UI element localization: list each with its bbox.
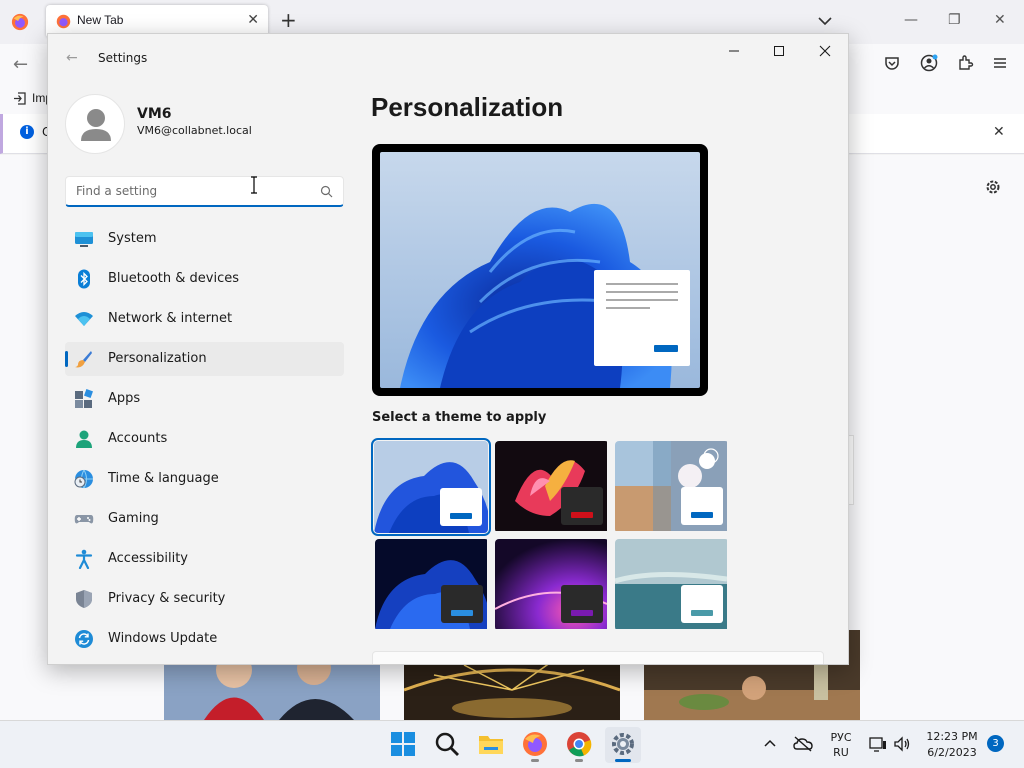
- sidebar-item-label: Network & internet: [108, 311, 233, 326]
- avatar[interactable]: [65, 94, 125, 154]
- theme-tile-sunrise[interactable]: [495, 539, 609, 631]
- maximize-button[interactable]: [765, 41, 793, 61]
- onedrive-offline-icon[interactable]: [793, 735, 813, 753]
- search-placeholder: Find a setting: [76, 184, 158, 198]
- pocket-icon[interactable]: [883, 54, 901, 72]
- settings-taskbar-button[interactable]: [610, 731, 636, 757]
- volume-icon[interactable]: [893, 736, 911, 752]
- sidebar-item-label: Time & language: [108, 471, 219, 486]
- file-explorer-button[interactable]: [478, 731, 504, 757]
- update-icon: [75, 630, 93, 648]
- sidebar-item-personalization[interactable]: Personalization: [65, 342, 344, 376]
- chrome-taskbar-button[interactable]: [566, 731, 592, 757]
- theme-tile-flow[interactable]: [615, 539, 729, 631]
- sidebar-item-label: System: [108, 231, 157, 246]
- start-button[interactable]: [390, 731, 416, 757]
- sidebar-item-gaming[interactable]: Gaming: [65, 502, 344, 536]
- search-icon[interactable]: [320, 185, 333, 198]
- sidebar-item-label: Accessibility: [108, 551, 188, 566]
- theme-preview: [372, 144, 708, 396]
- firefox-tab-icon: [56, 14, 71, 29]
- sidebar-item-privacy-security[interactable]: Privacy & security: [65, 582, 344, 616]
- tab-title: New Tab: [77, 13, 124, 27]
- sidebar-item-label: Windows Update: [108, 631, 218, 646]
- accessibility-icon: [75, 549, 93, 569]
- user-email: VM6@collabnet.local: [137, 124, 252, 137]
- chevron-up-icon[interactable]: [764, 738, 776, 748]
- sidebar-item-windows-update[interactable]: Windows Update: [65, 622, 344, 656]
- selection-indicator: [65, 351, 68, 367]
- sidebar-item-bluetooth[interactable]: Bluetooth & devices: [65, 262, 344, 296]
- notice-close-icon[interactable]: ✕: [993, 124, 1005, 140]
- notification-badge[interactable]: 3: [987, 735, 1004, 752]
- sidebar-item-label: Accounts: [108, 431, 168, 446]
- shield-icon: [76, 590, 92, 608]
- system-icon: [75, 232, 93, 247]
- sidebar-item-network[interactable]: Network & internet: [65, 302, 344, 336]
- colors-card[interactable]: [372, 651, 824, 664]
- sidebar-item-label: Privacy & security: [108, 591, 226, 606]
- import-icon[interactable]: [13, 92, 26, 105]
- list-all-tabs-icon[interactable]: [817, 13, 833, 29]
- extensions-icon[interactable]: [956, 54, 974, 72]
- sidebar-item-system[interactable]: System: [65, 222, 344, 256]
- sidebar-item-accessibility[interactable]: Accessibility: [65, 542, 344, 576]
- browser-minimize-button[interactable]: —: [904, 12, 918, 28]
- sidebar-item-label: Apps: [108, 391, 141, 406]
- window-title: Settings: [98, 51, 148, 65]
- input-language-region[interactable]: RU: [827, 746, 855, 759]
- browser-close-button[interactable]: ✕: [994, 12, 1006, 28]
- settings-active-indicator: [615, 759, 631, 762]
- close-button[interactable]: [811, 41, 839, 61]
- brush-icon: [75, 351, 92, 368]
- settings-window: ← Settings VM6 VM6@collabnet.local Find …: [47, 33, 849, 665]
- theme-tile-windows-dark[interactable]: [375, 539, 489, 631]
- firefox-logo-icon[interactable]: [11, 13, 29, 31]
- apps-icon: [75, 389, 93, 408]
- gamepad-icon: [74, 515, 94, 524]
- firefox-taskbar-button[interactable]: [522, 731, 548, 757]
- info-icon: i: [20, 125, 34, 139]
- minimize-button[interactable]: [720, 41, 748, 61]
- sidebar-item-accounts[interactable]: Accounts: [65, 422, 344, 456]
- sidebar-item-label: Gaming: [108, 511, 159, 526]
- gear-icon[interactable]: [984, 178, 1002, 196]
- themes-section-label: Select a theme to apply: [372, 410, 547, 425]
- menu-icon[interactable]: [991, 54, 1009, 72]
- sidebar-item-apps[interactable]: Apps: [65, 382, 344, 416]
- search-input[interactable]: Find a setting: [65, 176, 344, 207]
- input-language[interactable]: РУС: [827, 731, 855, 744]
- firefox-running-indicator: [531, 759, 539, 762]
- sidebar-item-time-language[interactable]: Time & language: [65, 462, 344, 496]
- bluetooth-icon: [78, 269, 90, 289]
- clock-globe-icon: [74, 469, 93, 489]
- back-arrow-icon[interactable]: ←: [66, 50, 78, 66]
- tab-close-icon[interactable]: ✕: [247, 12, 259, 28]
- bloom-wallpaper: [380, 152, 700, 388]
- sidebar-item-label: Personalization: [108, 351, 207, 366]
- text-cursor-icon: [251, 176, 257, 194]
- clock-time[interactable]: 12:23 PM: [919, 730, 985, 743]
- page-title: Personalization: [371, 92, 564, 122]
- network-icon[interactable]: [869, 736, 887, 752]
- browser-back-icon[interactable]: ←: [13, 54, 28, 75]
- browser-restore-button[interactable]: ❐: [948, 12, 961, 28]
- user-silhouette-icon: [81, 109, 111, 141]
- theme-tile-glow[interactable]: [495, 441, 609, 533]
- sidebar-item-label: Bluetooth & devices: [108, 271, 239, 286]
- accounts-icon: [76, 430, 92, 448]
- search-button[interactable]: [434, 731, 460, 757]
- wifi-icon: [75, 312, 93, 326]
- user-name: VM6: [137, 106, 172, 122]
- account-icon[interactable]: [920, 54, 938, 72]
- clock-date[interactable]: 6/2/2023: [919, 746, 985, 759]
- theme-tile-captured-motion[interactable]: [615, 441, 729, 533]
- theme-tile-windows-light[interactable]: [371, 438, 491, 536]
- chrome-running-indicator: [575, 759, 583, 762]
- new-tab-button[interactable]: +: [280, 10, 297, 30]
